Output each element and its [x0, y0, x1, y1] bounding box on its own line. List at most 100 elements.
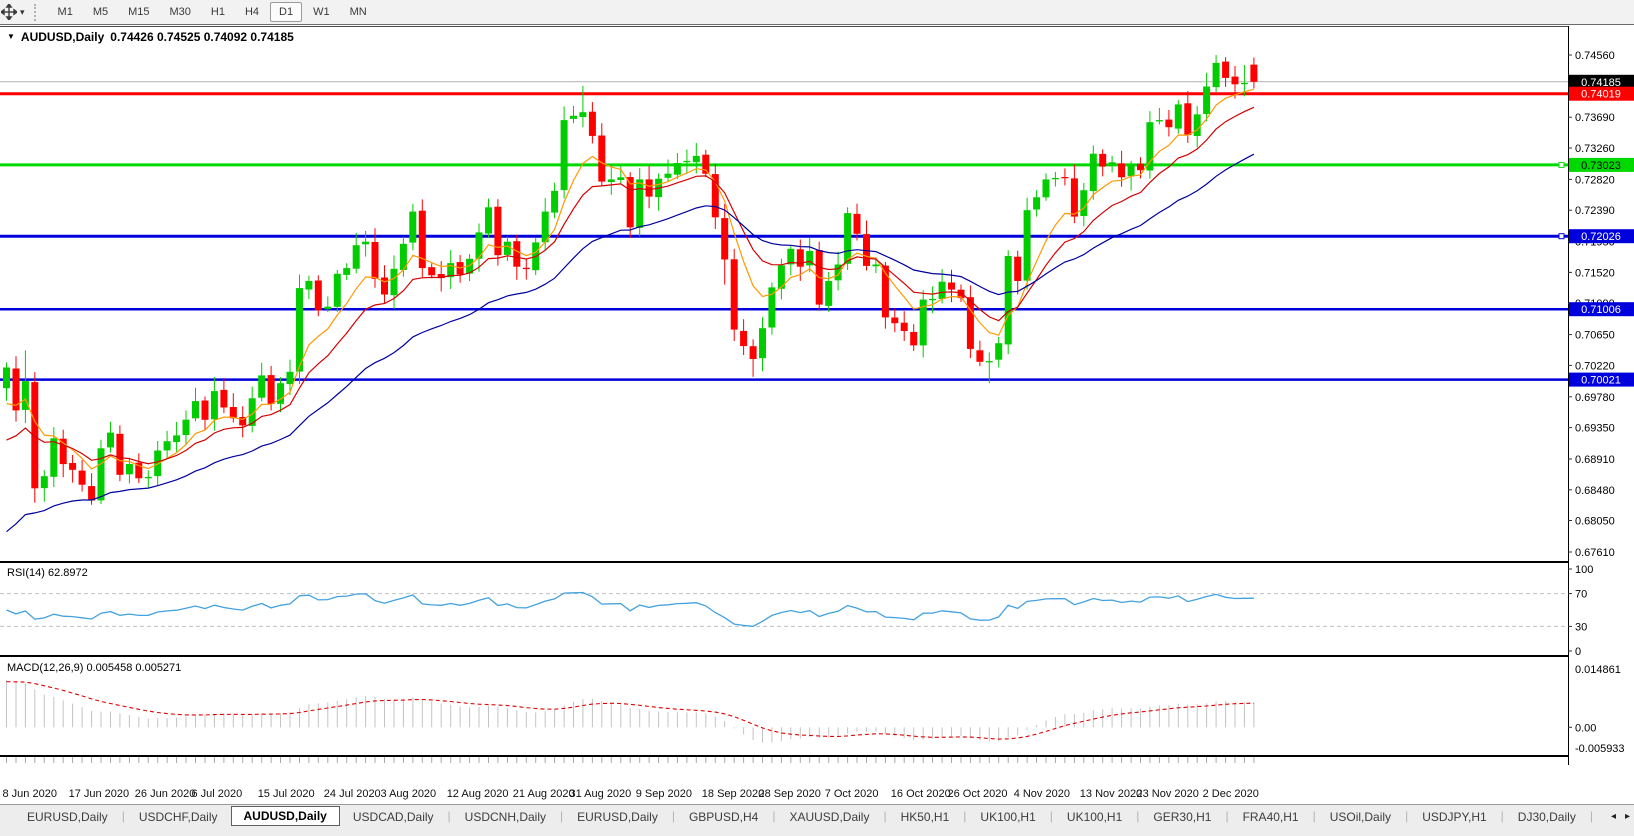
macd-label: MACD(12,26,9) 0.005458 0.005271 [7, 662, 181, 674]
date-label: 4 Nov 2020 [1014, 788, 1070, 800]
tab-divider: | [1500, 809, 1505, 823]
price-axis-label: 0.68480 [1575, 485, 1615, 497]
chart-title: ▼ AUDUSD,Daily 0.74426 0.74525 0.74092 0… [7, 30, 294, 44]
chart-tab-eurusd-daily-5[interactable]: EURUSD,Daily [564, 807, 671, 827]
chart-tab-usdcnh-daily-4[interactable]: USDCNH,Daily [452, 807, 559, 827]
price-badge-label: 0.74019 [1581, 89, 1621, 101]
macd-axis-label-zero: 0.00 [1575, 722, 1596, 734]
chart-symbol-label: AUDUSD,Daily [21, 30, 104, 44]
price-axis-label: 0.72390 [1575, 205, 1615, 217]
price-axis-label: 0.71520 [1575, 267, 1615, 279]
timeframe-button-m1[interactable]: M1 [49, 2, 82, 22]
cursor-tool-button[interactable]: ▾ [0, 1, 27, 23]
tab-divider: | [1049, 809, 1054, 823]
chart-window[interactable]: RSI(14) 62.8972 MACD(12,26,9) 0.005458 0.… [0, 25, 1634, 804]
date-label: 7 Oct 2020 [825, 788, 879, 800]
level-drag-handle[interactable] [1559, 162, 1564, 167]
chart-tabs-bar: EURUSD,Daily|USDCHF,DailyAUDUSD,DailyUSD… [0, 804, 1634, 828]
tab-divider: | [771, 809, 776, 823]
price-axis-label: 0.68910 [1575, 454, 1615, 466]
date-label: 13 Nov 2020 [1080, 788, 1142, 800]
chart-ohlc-values: 0.74426 0.74525 0.74092 0.74185 [110, 30, 294, 44]
date-label: 24 Jul 2020 [324, 788, 381, 800]
price-axis-label: 0.70220 [1575, 360, 1615, 372]
tab-divider: | [1589, 809, 1594, 823]
date-label: 21 Aug 2020 [513, 788, 575, 800]
timeframe-button-m30[interactable]: M30 [161, 2, 200, 22]
chart-tab-eurusd-daily-0[interactable]: EURUSD,Daily [14, 807, 121, 827]
price-axis-label: 0.72820 [1575, 174, 1615, 186]
chart-tab-audusd-daily-2[interactable]: AUDUSD,Daily [231, 806, 340, 826]
tabs-scroll-right-icon[interactable]: ▸ [1625, 811, 1630, 822]
collapse-triangle-icon[interactable]: ▼ [7, 32, 15, 41]
date-label: 6 Jul 2020 [192, 788, 243, 800]
chart-tab-usdchf-daily-1[interactable]: USDCHF,Daily [126, 807, 231, 827]
tabs-scroll-left-icon[interactable]: ◂ [1611, 811, 1616, 822]
price-badge-label: 0.73023 [1581, 160, 1621, 172]
chart-tab-xauusd-daily-7[interactable]: XAUUSD,Daily [776, 807, 882, 827]
chart-tab-fra40-h1-12[interactable]: FRA40,H1 [1230, 807, 1312, 827]
tab-divider: | [1224, 809, 1229, 823]
tab-divider: | [1312, 809, 1317, 823]
cursor-tool-dropdown-icon[interactable]: ▾ [20, 7, 25, 18]
price-chart-canvas[interactable]: RSI(14) 62.8972 MACD(12,26,9) 0.005458 0.… [0, 25, 1634, 804]
chart-tab-uk100-h1-10[interactable]: UK100,H1 [1054, 807, 1135, 827]
macd-axis-label-top: 0.014861 [1575, 664, 1621, 676]
rsi-axis-label: 100 [1575, 564, 1593, 576]
tab-divider: | [121, 809, 126, 823]
chart-tab-ger30-h1-11[interactable]: GER30,H1 [1140, 807, 1224, 827]
price-axis-label: 0.73260 [1575, 143, 1615, 155]
tab-divider: | [559, 809, 564, 823]
macd-axis-label-bottom: -0.005933 [1575, 743, 1625, 755]
chart-tab-usoil-daily-13[interactable]: USOil,Daily [1317, 807, 1404, 827]
chart-tab-usdjpy-h1-14[interactable]: USDJPY,H1 [1409, 807, 1499, 827]
chart-background [0, 25, 1634, 804]
date-label: 28 Sep 2020 [759, 788, 821, 800]
level-drag-handle[interactable] [1559, 234, 1564, 239]
timeframe-button-h4[interactable]: H4 [236, 2, 268, 22]
date-label: 2 Dec 2020 [1203, 788, 1259, 800]
chart-tab-uk100-h1-9[interactable]: UK100,H1 [967, 807, 1048, 827]
rsi-axis-label: 70 [1575, 589, 1587, 601]
tab-divider: | [962, 809, 967, 823]
toolbar-grip[interactable] [34, 4, 40, 21]
tab-divider: | [447, 809, 452, 823]
rsi-axis-label: 0 [1575, 646, 1581, 658]
date-label: 16 Oct 2020 [891, 788, 951, 800]
chart-tab-gbpusd-h4-6[interactable]: GBPUSD,H4 [676, 807, 771, 827]
price-axis-label: 0.69780 [1575, 392, 1615, 404]
top-toolbar: ▾ M1M5M15M30H1H4D1W1MN [0, 0, 1634, 25]
price-axis[interactable]: 0.745600.736900.732600.728200.723900.719… [1568, 26, 1634, 765]
timeframe-button-mn[interactable]: MN [341, 2, 376, 22]
price-axis-label: 0.67610 [1575, 547, 1615, 559]
tab-divider: | [882, 809, 887, 823]
timeframe-button-w1[interactable]: W1 [304, 2, 339, 22]
timeframe-button-h1[interactable]: H1 [202, 2, 234, 22]
tabs-scroll-controls: ◂ ▸ [1603, 805, 1634, 828]
timeframe-button-m15[interactable]: M15 [119, 2, 158, 22]
tab-divider: | [1404, 809, 1409, 823]
price-badge-label: 0.72026 [1581, 231, 1621, 243]
timeframe-button-d1[interactable]: D1 [270, 2, 302, 22]
chart-tab-hk50-h1-8[interactable]: HK50,H1 [888, 807, 963, 827]
price-axis-label: 0.68050 [1575, 516, 1615, 528]
timeframe-button-m5[interactable]: M5 [84, 2, 117, 22]
chart-tab-dj30-daily-15[interactable]: DJ30,Daily [1505, 807, 1589, 827]
price-axis-label: 0.70650 [1575, 330, 1615, 342]
date-label: 26 Jun 2020 [135, 788, 196, 800]
date-label: 15 Jul 2020 [258, 788, 315, 800]
date-label: 3 Aug 2020 [381, 788, 437, 800]
date-label: 12 Aug 2020 [447, 788, 509, 800]
status-bar [0, 828, 1634, 836]
date-label: 23 Nov 2020 [1137, 788, 1199, 800]
date-label: 31 Aug 2020 [570, 788, 632, 800]
price-axis-label: 0.69350 [1575, 423, 1615, 435]
price-axis-label: 0.74560 [1575, 50, 1615, 62]
price-badge-label: 0.70021 [1581, 375, 1621, 387]
price-badge-label: 0.71006 [1581, 304, 1621, 316]
tab-divider: | [1135, 809, 1140, 823]
rsi-label: RSI(14) 62.8972 [7, 567, 88, 579]
date-label: 9 Sep 2020 [636, 788, 692, 800]
chart-tab-usdcad-daily-3[interactable]: USDCAD,Daily [340, 807, 447, 827]
date-label: 18 Sep 2020 [702, 788, 764, 800]
